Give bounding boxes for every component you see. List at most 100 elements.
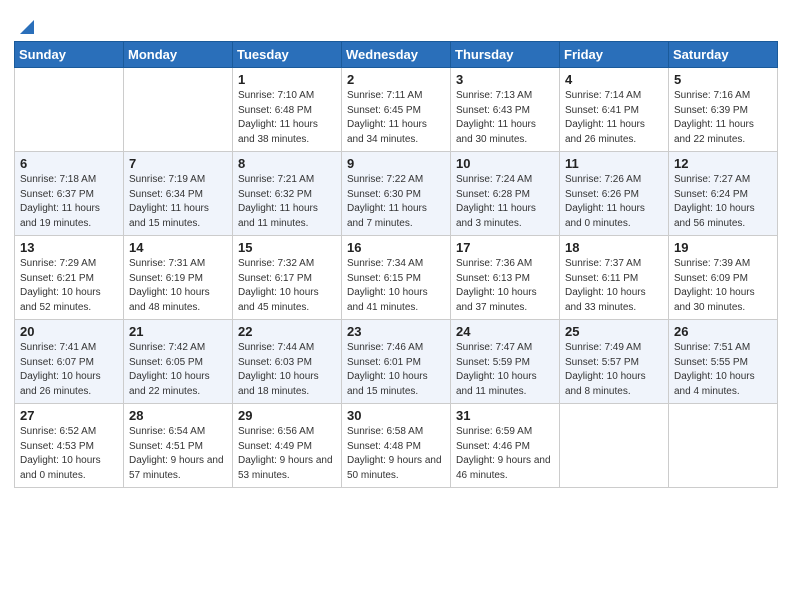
week-row-4: 20 Sunrise: 7:41 AMSunset: 6:07 PMDayligh… xyxy=(15,320,778,404)
calendar-cell: 8Sunrise: 7:21 AMSunset: 6:32 PMDaylight… xyxy=(233,152,342,236)
calendar-cell: 30Sunrise: 6:58 AMSunset: 4:48 PMDayligh… xyxy=(342,404,451,488)
week-row-3: 13 Sunrise: 7:29 AMSunset: 6:21 PMDayligh… xyxy=(15,236,778,320)
day-info: Sunrise: 7:19 AMSunset: 6:34 PMDaylight:… xyxy=(129,173,227,231)
day-number: 26 xyxy=(674,324,772,339)
calendar-cell: 17 Sunrise: 7:36 AMSunset: 6:13 PMDayligh… xyxy=(451,236,560,320)
day-info: Sunrise: 6:54 AMSunset: 4:51 PMDaylight:… xyxy=(129,425,227,483)
day-info: Sunrise: 7:42 AMSunset: 6:05 PMDaylight:… xyxy=(129,341,227,399)
day-number: 19 xyxy=(674,240,772,255)
calendar-cell xyxy=(669,404,778,488)
day-number: 27 xyxy=(20,408,118,423)
day-info: Sunrise: 7:22 AMSunset: 6:30 PMDaylight:… xyxy=(347,173,445,231)
day-info: Sunrise: 7:41 AMSunset: 6:07 PMDaylight:… xyxy=(20,341,118,399)
day-number: 10 xyxy=(456,156,554,171)
day-info: Sunrise: 7:14 AMSunset: 6:41 PMDaylight:… xyxy=(565,89,663,147)
page-container: SundayMondayTuesdayWednesdayThursdayFrid… xyxy=(0,0,792,502)
calendar-cell: 29 Sunrise: 6:56 AMSunset: 4:49 PMDayligh… xyxy=(233,404,342,488)
day-number: 30 xyxy=(347,408,445,423)
calendar-cell: 24 Sunrise: 7:47 AMSunset: 5:59 PMDayligh… xyxy=(451,320,560,404)
calendar-cell: 22Sunrise: 7:44 AMSunset: 6:03 PMDayligh… xyxy=(233,320,342,404)
day-info: Sunrise: 7:47 AMSunset: 5:59 PMDaylight:… xyxy=(456,341,554,399)
week-row-5: 27 Sunrise: 6:52 AMSunset: 4:53 PMDayligh… xyxy=(15,404,778,488)
day-number: 25 xyxy=(565,324,663,339)
day-info: Sunrise: 6:59 AMSunset: 4:46 PMDaylight:… xyxy=(456,425,554,483)
day-number: 24 xyxy=(456,324,554,339)
calendar-cell: 13 Sunrise: 7:29 AMSunset: 6:21 PMDayligh… xyxy=(15,236,124,320)
day-info: Sunrise: 7:34 AMSunset: 6:15 PMDaylight:… xyxy=(347,257,445,315)
day-info: Sunrise: 7:31 AMSunset: 6:19 PMDaylight:… xyxy=(129,257,227,315)
day-info: Sunrise: 7:29 AMSunset: 6:21 PMDaylight:… xyxy=(20,257,118,315)
day-number: 4 xyxy=(565,72,663,87)
day-info: Sunrise: 7:21 AMSunset: 6:32 PMDaylight:… xyxy=(238,173,336,231)
day-number: 21 xyxy=(129,324,227,339)
day-info: Sunrise: 7:51 AMSunset: 5:55 PMDaylight:… xyxy=(674,341,772,399)
weekday-header-wednesday: Wednesday xyxy=(342,42,451,68)
day-number: 17 xyxy=(456,240,554,255)
day-info: Sunrise: 7:26 AMSunset: 6:26 PMDaylight:… xyxy=(565,173,663,231)
calendar-cell: 14 Sunrise: 7:31 AMSunset: 6:19 PMDayligh… xyxy=(124,236,233,320)
day-info: Sunrise: 7:13 AMSunset: 6:43 PMDaylight:… xyxy=(456,89,554,147)
day-number: 12 xyxy=(674,156,772,171)
day-number: 18 xyxy=(565,240,663,255)
calendar-cell: 15Sunrise: 7:32 AMSunset: 6:17 PMDayligh… xyxy=(233,236,342,320)
calendar-cell: 31 Sunrise: 6:59 AMSunset: 4:46 PMDayligh… xyxy=(451,404,560,488)
day-info: Sunrise: 7:27 AMSunset: 6:24 PMDaylight:… xyxy=(674,173,772,231)
day-number: 1 xyxy=(238,72,336,87)
weekday-header-saturday: Saturday xyxy=(669,42,778,68)
day-info: Sunrise: 7:18 AMSunset: 6:37 PMDaylight:… xyxy=(20,173,118,231)
calendar-cell: 26 Sunrise: 7:51 AMSunset: 5:55 PMDayligh… xyxy=(669,320,778,404)
day-info: Sunrise: 7:24 AMSunset: 6:28 PMDaylight:… xyxy=(456,173,554,231)
day-info: Sunrise: 6:52 AMSunset: 4:53 PMDaylight:… xyxy=(20,425,118,483)
weekday-header-friday: Friday xyxy=(560,42,669,68)
day-info: Sunrise: 7:37 AMSunset: 6:11 PMDaylight:… xyxy=(565,257,663,315)
day-number: 31 xyxy=(456,408,554,423)
day-number: 7 xyxy=(129,156,227,171)
calendar-cell: 12 Sunrise: 7:27 AMSunset: 6:24 PMDayligh… xyxy=(669,152,778,236)
week-row-1: 1 Sunrise: 7:10 AMSunset: 6:48 PMDaylight… xyxy=(15,68,778,152)
calendar-cell: 5 Sunrise: 7:16 AMSunset: 6:39 PMDaylight… xyxy=(669,68,778,152)
day-number: 3 xyxy=(456,72,554,87)
weekday-header-thursday: Thursday xyxy=(451,42,560,68)
day-number: 5 xyxy=(674,72,772,87)
day-number: 14 xyxy=(129,240,227,255)
weekday-header-row: SundayMondayTuesdayWednesdayThursdayFrid… xyxy=(15,42,778,68)
day-number: 6 xyxy=(20,156,118,171)
day-info: Sunrise: 7:46 AMSunset: 6:01 PMDaylight:… xyxy=(347,341,445,399)
calendar-cell: 18 Sunrise: 7:37 AMSunset: 6:11 PMDayligh… xyxy=(560,236,669,320)
weekday-header-monday: Monday xyxy=(124,42,233,68)
day-number: 2 xyxy=(347,72,445,87)
week-row-2: 6 Sunrise: 7:18 AMSunset: 6:37 PMDaylight… xyxy=(15,152,778,236)
day-number: 9 xyxy=(347,156,445,171)
calendar-cell: 27 Sunrise: 6:52 AMSunset: 4:53 PMDayligh… xyxy=(15,404,124,488)
calendar-cell: 20 Sunrise: 7:41 AMSunset: 6:07 PMDayligh… xyxy=(15,320,124,404)
weekday-header-tuesday: Tuesday xyxy=(233,42,342,68)
calendar-cell: 25 Sunrise: 7:49 AMSunset: 5:57 PMDayligh… xyxy=(560,320,669,404)
day-info: Sunrise: 7:49 AMSunset: 5:57 PMDaylight:… xyxy=(565,341,663,399)
day-number: 29 xyxy=(238,408,336,423)
calendar-cell: 1 Sunrise: 7:10 AMSunset: 6:48 PMDaylight… xyxy=(233,68,342,152)
calendar-table: SundayMondayTuesdayWednesdayThursdayFrid… xyxy=(14,41,778,488)
calendar-cell: 11Sunrise: 7:26 AMSunset: 6:26 PMDayligh… xyxy=(560,152,669,236)
day-info: Sunrise: 7:32 AMSunset: 6:17 PMDaylight:… xyxy=(238,257,336,315)
day-info: Sunrise: 6:56 AMSunset: 4:49 PMDaylight:… xyxy=(238,425,336,483)
calendar-cell: 28 Sunrise: 6:54 AMSunset: 4:51 PMDayligh… xyxy=(124,404,233,488)
calendar-cell: 23Sunrise: 7:46 AMSunset: 6:01 PMDayligh… xyxy=(342,320,451,404)
calendar-cell: 2Sunrise: 7:11 AMSunset: 6:45 PMDaylight… xyxy=(342,68,451,152)
page-header xyxy=(14,10,778,35)
calendar-cell: 16Sunrise: 7:34 AMSunset: 6:15 PMDayligh… xyxy=(342,236,451,320)
day-number: 13 xyxy=(20,240,118,255)
day-number: 20 xyxy=(20,324,118,339)
day-info: Sunrise: 7:10 AMSunset: 6:48 PMDaylight:… xyxy=(238,89,336,147)
day-info: Sunrise: 7:39 AMSunset: 6:09 PMDaylight:… xyxy=(674,257,772,315)
calendar-cell: 9 Sunrise: 7:22 AMSunset: 6:30 PMDaylight… xyxy=(342,152,451,236)
weekday-header-sunday: Sunday xyxy=(15,42,124,68)
day-number: 28 xyxy=(129,408,227,423)
logo xyxy=(14,16,38,35)
calendar-cell xyxy=(560,404,669,488)
calendar-cell: 21 Sunrise: 7:42 AMSunset: 6:05 PMDayligh… xyxy=(124,320,233,404)
calendar-cell: 3 Sunrise: 7:13 AMSunset: 6:43 PMDaylight… xyxy=(451,68,560,152)
calendar-cell: 19 Sunrise: 7:39 AMSunset: 6:09 PMDayligh… xyxy=(669,236,778,320)
logo-icon xyxy=(16,16,38,38)
day-info: Sunrise: 7:36 AMSunset: 6:13 PMDaylight:… xyxy=(456,257,554,315)
day-info: Sunrise: 7:16 AMSunset: 6:39 PMDaylight:… xyxy=(674,89,772,147)
